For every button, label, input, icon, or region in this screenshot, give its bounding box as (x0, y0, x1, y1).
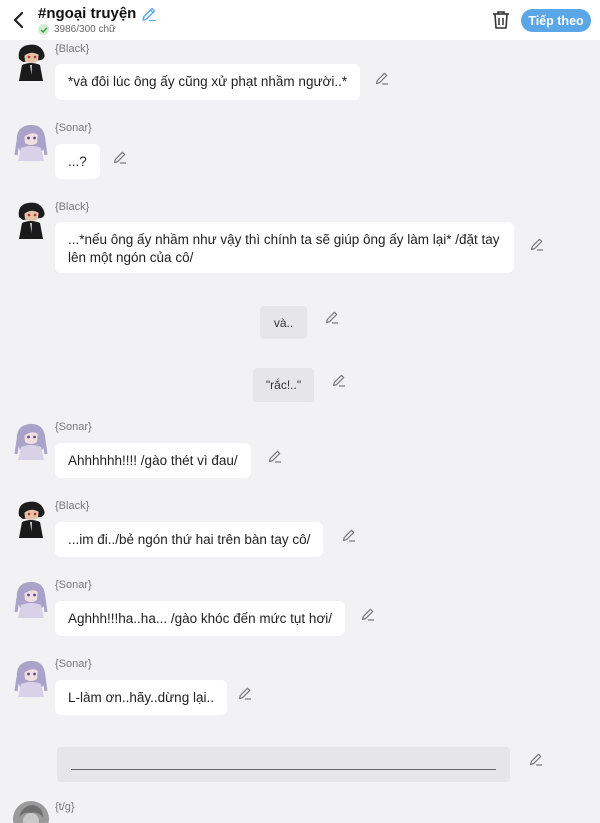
pencil-icon[interactable] (342, 528, 356, 542)
author-avatar-icon[interactable] (13, 799, 49, 823)
narration-bubble[interactable]: và.. (260, 306, 307, 339)
pencil-icon[interactable] (361, 607, 375, 621)
pencil-icon[interactable] (529, 752, 543, 766)
black-avatar-icon[interactable] (13, 498, 49, 538)
pencil-icon[interactable] (141, 6, 157, 22)
pencil-icon[interactable] (238, 686, 252, 700)
sonar-avatar-icon[interactable] (13, 578, 49, 618)
trash-icon[interactable] (490, 9, 512, 31)
input-underline (71, 769, 496, 770)
back-button[interactable] (9, 9, 29, 31)
pencil-icon[interactable] (530, 237, 544, 251)
title-row: #ngoại truyện (38, 5, 157, 22)
word-count-row: 3986/300 chữ (38, 24, 116, 35)
pencil-icon[interactable] (375, 71, 389, 85)
speaker-name: {Sonar} (55, 658, 92, 670)
pencil-icon[interactable] (325, 310, 339, 324)
narration-bubble[interactable]: "rắc!.." (253, 368, 314, 402)
pencil-icon[interactable] (332, 373, 346, 387)
speaker-name: {Sonar} (55, 122, 92, 134)
next-button[interactable]: Tiếp theo (521, 9, 591, 32)
speaker-name: {Black} (55, 43, 90, 55)
chapter-title: #ngoại truyện (38, 5, 137, 22)
black-avatar-icon[interactable] (13, 41, 49, 81)
chevron-left-icon (13, 12, 24, 28)
message-bubble[interactable]: ...? (55, 144, 100, 179)
message-bubble[interactable]: L-làm ơn..hãy..dừng lại.. (55, 680, 227, 715)
black-avatar-icon[interactable] (13, 199, 49, 239)
narration-input[interactable] (57, 747, 510, 782)
speaker-name: {Sonar} (55, 579, 92, 591)
speaker-name: {Black} (55, 500, 90, 512)
message-bubble[interactable]: ...*nếu ông ấy nhầm như vậy thì chính ta… (55, 222, 514, 273)
check-icon (38, 24, 49, 35)
message-bubble[interactable]: ...im đi../bẻ ngón thứ hai trên bàn tay … (55, 522, 324, 557)
pencil-icon[interactable] (268, 449, 282, 463)
sonar-avatar-icon[interactable] (13, 420, 49, 460)
speaker-name: {Sonar} (55, 421, 92, 433)
speaker-name: {t/g} (55, 801, 75, 813)
message-bubble[interactable]: Aghhh!!!ha..ha... /gào khóc đến mức tụt … (55, 601, 346, 636)
message-bubble[interactable]: Ahhhhhh!!!! /gào thét vì đau/ (55, 443, 251, 478)
sonar-avatar-icon[interactable] (13, 657, 49, 697)
sonar-avatar-icon[interactable] (13, 121, 49, 161)
word-count: 3986/300 chữ (54, 24, 116, 35)
speaker-name: {Black} (55, 201, 90, 213)
top-bar: #ngoại truyện 3986/300 chữ Tiếp theo (0, 0, 600, 40)
pencil-icon[interactable] (113, 150, 127, 164)
message-bubble[interactable]: *và đôi lúc ông ấy cũng xử phạt nhầm ngư… (55, 64, 361, 100)
